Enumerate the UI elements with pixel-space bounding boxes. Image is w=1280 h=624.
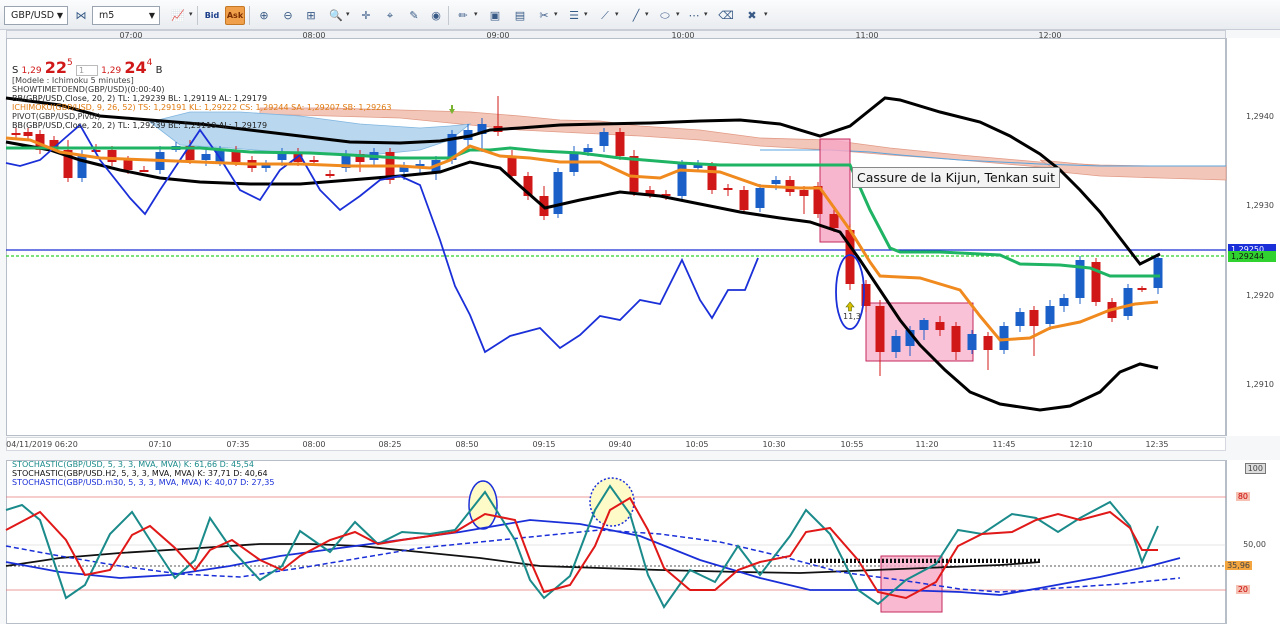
sell-price-fraction: 5 (67, 58, 73, 68)
sell-price-main[interactable]: 22 (45, 58, 67, 77)
candle-body (1015, 312, 1025, 326)
candle-body (755, 188, 765, 208)
candle-body (107, 150, 117, 162)
chart-annotation[interactable]: Cassure de la Kijun, Tenkan suit (852, 167, 1061, 188)
buy-price-main[interactable]: 24 (124, 58, 146, 77)
candle-body (583, 148, 593, 152)
indicator-info-ichimoku: ICHIMOKU(GBP/USD, 9, 26, 52) TS: 1,29191… (12, 103, 392, 112)
candle-body (11, 133, 21, 135)
candle-body (1029, 310, 1039, 326)
buy-letter: B (155, 65, 163, 76)
spread-box: 1 (75, 64, 98, 76)
indicator-info-pivot: PIVOT(GBP/USD,Pivot) (12, 112, 101, 121)
buy-arrow-icon (845, 301, 855, 312)
candle-body (875, 306, 885, 352)
m5-stoch-k-line (5, 484, 1159, 609)
candle-body (1123, 288, 1133, 316)
buy-price-prefix: 1,29 (101, 66, 122, 76)
candle-body (615, 132, 625, 156)
m5-stoch-d-line (5, 496, 1158, 600)
sell-letter: S (12, 65, 19, 76)
candle-body (739, 190, 749, 210)
candle-body (829, 214, 839, 228)
indicator-info-bb: BB(GBP/USD,Close, 20, 2) TL: 1,29239 BL:… (12, 94, 268, 103)
stoch-info-m30: STOCHASTIC(GBP/USD.m30, 5, 3, 3, MVA, MV… (12, 478, 275, 487)
candle-body (891, 336, 901, 352)
overbought-ellipse-2 (589, 477, 635, 527)
candle-body (707, 166, 717, 190)
candle-body (723, 188, 733, 190)
candle-body (845, 230, 855, 284)
candle-body (1045, 306, 1055, 324)
candle-body (799, 190, 809, 196)
candle-body (325, 174, 335, 176)
stochastic-chart (5, 477, 1226, 613)
candle-body (919, 320, 929, 330)
indicator-info-model: [Modele : Ichimoku 5 minutes] (12, 76, 134, 85)
candle-body (599, 132, 609, 146)
candle-body (967, 334, 977, 350)
quote-box[interactable]: S 1,29 225 1 1,29 244 B (12, 58, 162, 77)
candle-body (1153, 258, 1163, 288)
sell-price-prefix: 1,29 (21, 66, 42, 76)
candle-body (507, 158, 517, 176)
buy-price-fraction: 4 (146, 58, 153, 68)
signal-ellipse-label: 11,3 (843, 312, 861, 321)
candle-body (1137, 288, 1147, 290)
indicator-info-timer: SHOWTIMETOEND(GBP/USD)(0:00:40) (12, 85, 165, 94)
candle-body (771, 180, 781, 184)
candle-body (553, 172, 563, 214)
indicator-info-bb2: BB(GBP/USD,Close, 20, 2) TL: 1,29239 BL:… (12, 121, 268, 130)
stoch-info-m5: STOCHASTIC(GBP/USD, 5, 3, 3, MVA, MVA) K… (12, 460, 254, 469)
candle-body (123, 160, 133, 170)
trading-platform-window: GBP/USD ▼ ⋈ m5 ▼ 📈 ▾ Bid Ask ⊕ ⊖ ⊞ 🔍 ▾ ✛ ⌖… (0, 0, 1280, 624)
candle-body (23, 132, 33, 136)
candle-body (999, 326, 1009, 350)
candle-body (629, 156, 639, 192)
candle-body (1059, 298, 1069, 306)
stoch-info-h2: STOCHASTIC(GBP/USD.H2, 5, 3, 3, MVA, MVA… (12, 469, 268, 478)
candle-body (215, 150, 225, 162)
candle-body (951, 326, 961, 352)
candle-body (983, 336, 993, 350)
candle-body (309, 160, 319, 162)
candle-body (139, 170, 149, 172)
candle-body (935, 322, 945, 330)
candle-body (201, 154, 211, 160)
